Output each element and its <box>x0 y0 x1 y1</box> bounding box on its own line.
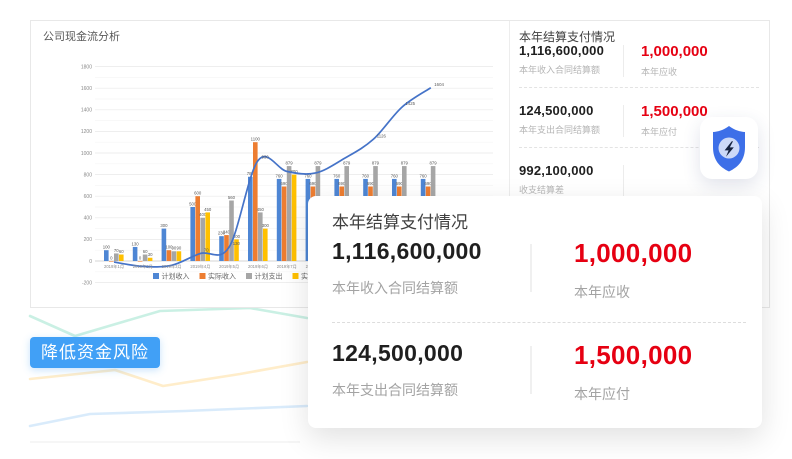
svg-text:1200: 1200 <box>81 129 92 135</box>
svg-text:-200: -200 <box>82 280 92 286</box>
svg-text:300: 300 <box>262 223 270 228</box>
svg-text:560: 560 <box>228 195 236 200</box>
svg-text:2019年6月: 2019年6月 <box>248 263 268 270</box>
svg-text:90: 90 <box>177 246 182 251</box>
svg-text:2019年1月: 2019年1月 <box>104 263 124 270</box>
svg-text:2019年3月: 2019年3月 <box>162 263 182 270</box>
receivable-label: 本年应收 <box>641 65 708 78</box>
svg-text:100: 100 <box>103 245 111 250</box>
dashboard-page: 公司现金流分析 -2000200400600800100012001400160… <box>0 0 792 459</box>
svg-text:1604: 1604 <box>434 82 444 87</box>
security-card <box>700 117 758 179</box>
column-divider <box>530 244 532 292</box>
svg-text:0: 0 <box>139 255 142 260</box>
svg-text:1425: 1425 <box>406 101 416 106</box>
svg-text:1126: 1126 <box>377 133 387 138</box>
svg-text:200: 200 <box>84 237 93 243</box>
svg-text:计划收入: 计划收入 <box>162 272 190 281</box>
payable-value: 1,500,000 <box>641 103 708 120</box>
svg-text:879: 879 <box>343 160 351 165</box>
risk-badge: 降低资金风险 <box>30 337 160 368</box>
receivable-label: 本年应收 <box>574 282 692 302</box>
decor-line-0 <box>30 308 307 336</box>
svg-text:70: 70 <box>204 247 209 252</box>
svg-text:2019年2月: 2019年2月 <box>133 263 153 270</box>
settlement-overlay-card: 本年结算支付情况 1,116,600,000 本年收入合同结算额 1,000,0… <box>308 196 762 428</box>
receivable-value: 1,000,000 <box>641 43 708 60</box>
svg-text:879: 879 <box>401 160 409 165</box>
svg-text:760: 760 <box>391 173 399 178</box>
svg-text:879: 879 <box>430 160 438 165</box>
decor-line-2 <box>30 406 307 426</box>
svg-text:879: 879 <box>314 160 322 165</box>
svg-text:2019年5月: 2019年5月 <box>219 263 239 270</box>
svg-text:实际收入: 实际收入 <box>208 272 236 281</box>
column-divider <box>530 346 532 394</box>
svg-text:130: 130 <box>233 241 241 246</box>
column-divider <box>623 45 624 77</box>
overlay-title: 本年结算支付情况 <box>332 208 468 233</box>
svg-text:879: 879 <box>286 160 294 165</box>
svg-text:2019年4月: 2019年4月 <box>190 263 210 270</box>
receivable-value: 1,000,000 <box>574 238 692 269</box>
svg-text:760: 760 <box>420 173 428 178</box>
shield-lightning-icon <box>700 117 758 179</box>
column-divider <box>623 165 624 197</box>
svg-text:930: 930 <box>262 155 270 160</box>
svg-text:760: 760 <box>276 173 284 178</box>
svg-text:1600: 1600 <box>81 86 92 92</box>
svg-text:60: 60 <box>119 249 124 254</box>
row-separator <box>332 322 746 323</box>
payable-value: 1,500,000 <box>574 340 692 371</box>
svg-text:600: 600 <box>84 194 93 200</box>
svg-text:450: 450 <box>257 207 265 212</box>
overlay-row-income: 1,116,600,000 本年收入合同结算额 1,000,000 本年应收 <box>332 238 742 298</box>
payable-label: 本年应付 <box>574 384 692 404</box>
svg-text:0: 0 <box>110 255 113 260</box>
chart-legend: 计划收入实际收入计划支出实际支出 <box>153 272 329 281</box>
svg-text:800: 800 <box>84 172 93 178</box>
svg-text:760: 760 <box>333 173 341 178</box>
svg-text:450: 450 <box>204 207 212 212</box>
svg-text:30: 30 <box>148 252 153 257</box>
svg-text:760: 760 <box>362 173 370 178</box>
svg-text:1100: 1100 <box>251 137 261 142</box>
svg-text:1800: 1800 <box>81 64 92 70</box>
balance-label: 收支结算差 <box>519 183 765 196</box>
svg-text:400: 400 <box>84 216 93 222</box>
svg-text:2019年7月: 2019年7月 <box>277 263 297 270</box>
svg-text:0: 0 <box>89 259 92 265</box>
svg-text:1400: 1400 <box>81 108 92 114</box>
overlay-row-expense: 124,500,000 本年支出合同结算额 1,500,000 本年应付 <box>332 340 742 400</box>
column-divider <box>623 105 624 137</box>
row-separator <box>519 87 759 88</box>
payable-label: 本年应付 <box>641 125 708 138</box>
svg-text:130: 130 <box>132 241 140 246</box>
svg-text:300: 300 <box>160 223 168 228</box>
svg-text:1000: 1000 <box>81 151 92 157</box>
svg-text:600: 600 <box>194 191 202 196</box>
panel-row-income: 1,116,600,000 本年收入合同结算额 1,000,000 本年应收 <box>519 43 765 76</box>
svg-text:计划支出: 计划支出 <box>255 272 283 281</box>
svg-text:879: 879 <box>372 160 380 165</box>
